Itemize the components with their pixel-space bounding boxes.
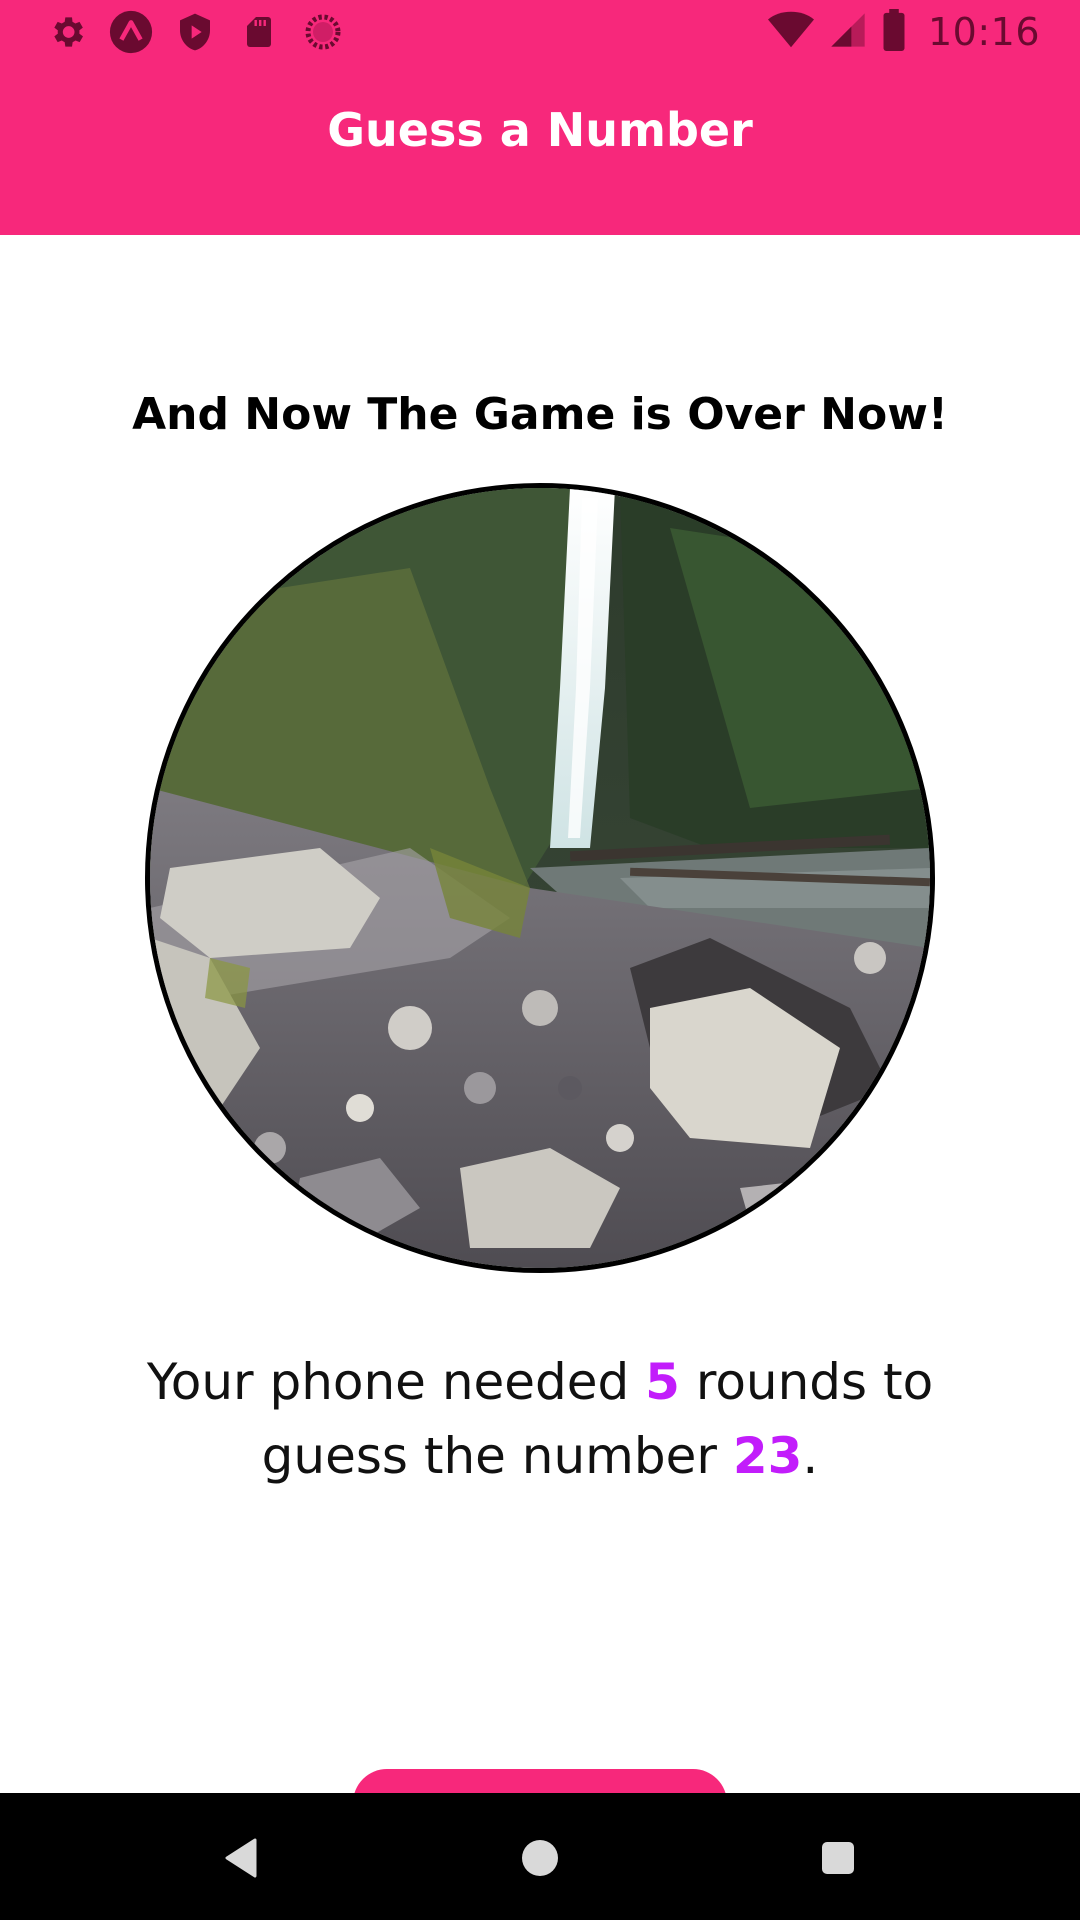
status-bar: 10:16 (0, 0, 1080, 64)
home-circle-icon[interactable] (505, 1823, 575, 1893)
result-image-frame (145, 483, 935, 1273)
app-topbar: 10:16 Guess a Number (0, 0, 1080, 235)
game-over-screen: 10:16 Guess a Number And Now The Game is… (0, 0, 1080, 1920)
game-over-content: And Now The Game is Over Now! Your phone… (0, 235, 1080, 1889)
recents-square-icon[interactable] (803, 1823, 873, 1893)
back-triangle-icon[interactable] (206, 1823, 276, 1893)
status-clock: 10:16 (927, 10, 1040, 54)
target-number: 23 (732, 1427, 803, 1485)
status-icons-right: 10:16 (767, 8, 1040, 56)
summary-prefix: Your phone needed (146, 1353, 646, 1411)
expo-icon (108, 9, 154, 55)
game-over-title: And Now The Game is Over Now! (132, 389, 948, 440)
header-title: Guess a Number (327, 103, 753, 157)
signal-icon (828, 10, 868, 54)
system-nav-bar (0, 1793, 1080, 1920)
waterfall-image (150, 488, 930, 1268)
status-icons-left (44, 8, 346, 56)
sync-icon (300, 9, 346, 55)
settings-icon (44, 9, 90, 55)
battery-icon (882, 9, 906, 55)
rounds-count: 5 (645, 1353, 680, 1411)
summary-suffix: . (802, 1427, 819, 1485)
play-protect-icon (172, 9, 218, 55)
game-summary: Your phone needed 5 rounds to guess the … (90, 1345, 990, 1493)
sd-card-icon (236, 9, 282, 55)
wifi-icon (767, 10, 814, 54)
